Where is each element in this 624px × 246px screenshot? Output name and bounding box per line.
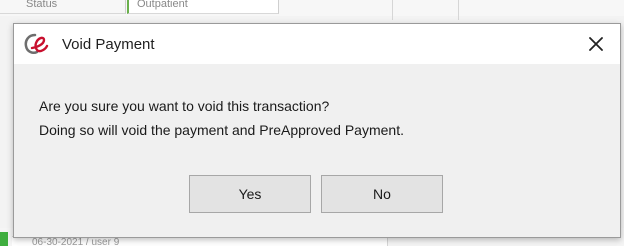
background-divider xyxy=(392,0,393,20)
close-icon xyxy=(589,37,603,51)
void-payment-dialog: Void Payment Are you sure you want to vo… xyxy=(13,23,621,238)
message-line-1: Are you sure you want to void this trans… xyxy=(39,98,330,114)
background-cell: Status xyxy=(0,0,126,14)
no-button[interactable]: No xyxy=(321,175,443,213)
app-logo-icon xyxy=(24,32,50,56)
message-line-2: Doing so will void the payment and PreAp… xyxy=(39,122,404,138)
dialog-titlebar[interactable]: Void Payment xyxy=(14,24,620,64)
yes-button[interactable]: Yes xyxy=(189,175,311,213)
background-status-marker xyxy=(0,232,8,246)
close-button[interactable] xyxy=(582,30,610,58)
dialog-message: Are you sure you want to void this trans… xyxy=(39,94,404,142)
background-dropdown-cell[interactable]: Outpatient xyxy=(127,0,279,14)
dialog-title: Void Payment xyxy=(62,36,155,53)
background-divider xyxy=(458,0,459,20)
